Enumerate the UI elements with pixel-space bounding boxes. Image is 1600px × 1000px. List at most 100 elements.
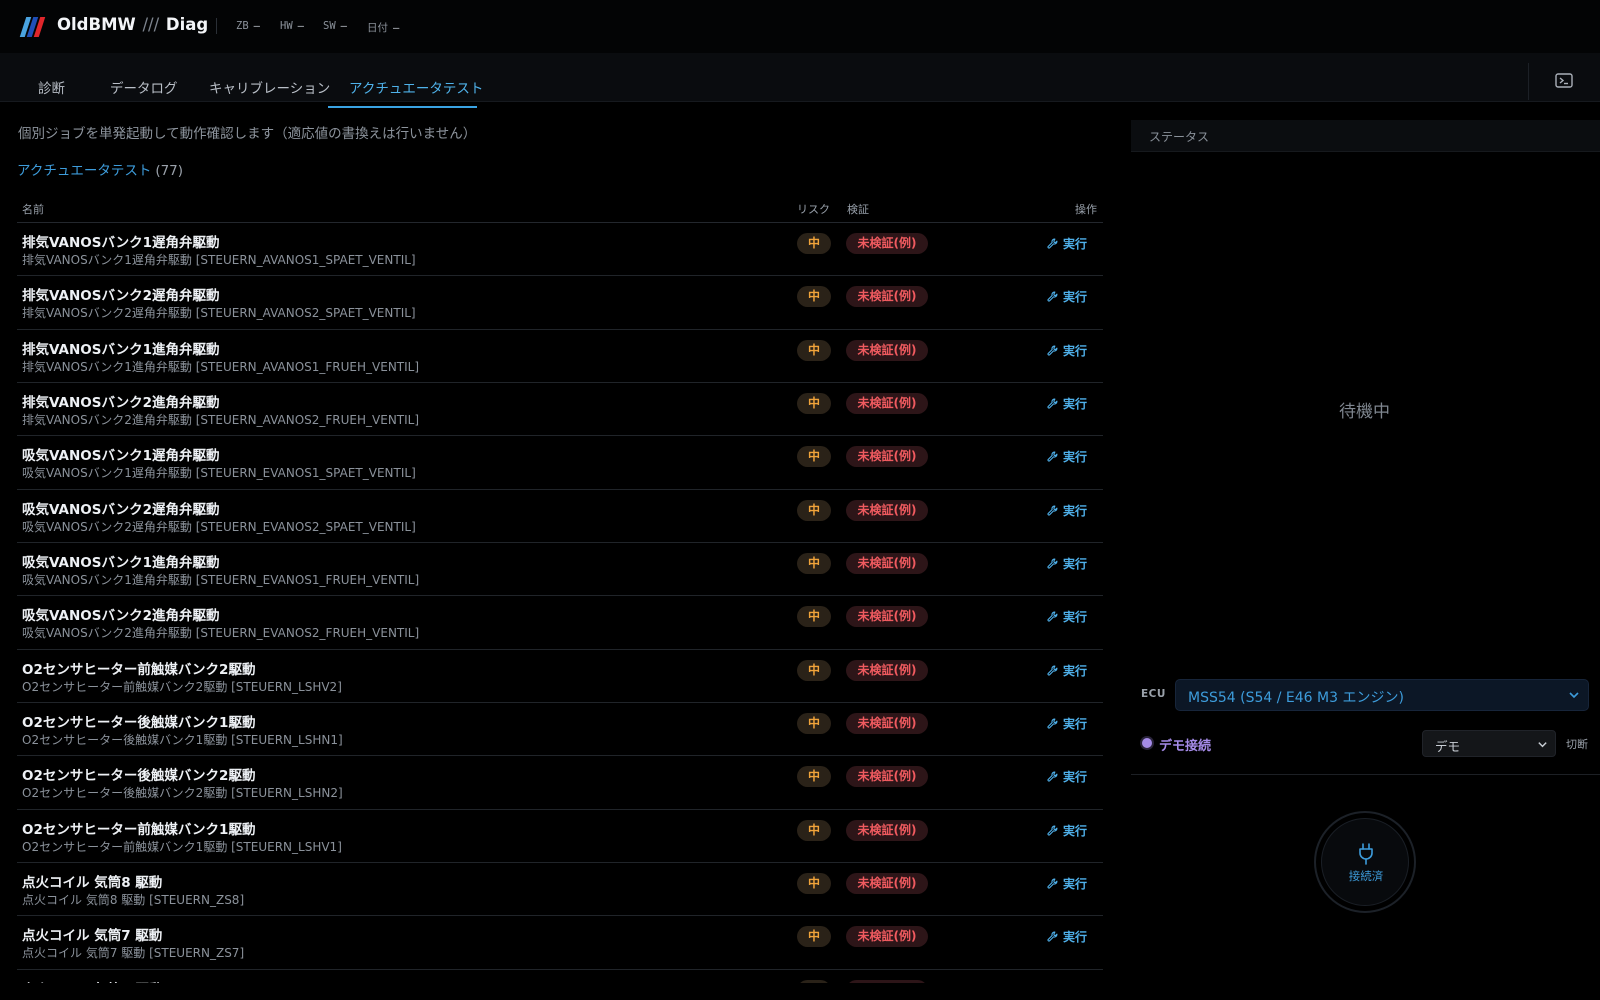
run-button[interactable]: 実行 — [1047, 982, 1087, 983]
section-label: アクチュエータテスト — [17, 163, 152, 179]
panel-divider — [1131, 774, 1600, 775]
page-description: 個別ジョブを単発起動して動作確認します（適応値の書換えは行いません） — [18, 126, 477, 142]
run-button-label: 実行 — [1063, 503, 1088, 518]
wrench-icon — [1047, 558, 1058, 569]
verification-badge: 未検証(例) — [846, 606, 928, 628]
actuator-job-id: O2センサヒーター前触媒バンク2駆動 [STEUERN_LSHV2] — [22, 679, 342, 694]
status-panel-header: ステータス — [1131, 120, 1600, 152]
wrench-icon — [1047, 398, 1058, 409]
wrench-icon — [1047, 771, 1058, 782]
run-button[interactable]: 実行 — [1047, 875, 1087, 892]
connection-mode-value: デモ — [1435, 739, 1461, 754]
table-row: 吸気VANOSバンク1進角弁駆動 吸気VANOSバンク1進角弁駆動 [STEUER… — [17, 543, 1103, 597]
tab-calibration[interactable]: キャリブレーション — [209, 77, 330, 97]
brand-right: Diag — [165, 15, 209, 34]
run-button-label: 実行 — [1063, 663, 1088, 678]
actuator-job-id: 点火コイル 気筒7 駆動 [STEUERN_ZS7] — [22, 946, 245, 961]
actuator-name: 排気VANOSバンク1進角弁駆動 — [22, 341, 220, 358]
verification-badge: 未検証(例) — [846, 766, 928, 788]
table-row: 排気VANOSバンク1遅角弁駆動 排気VANOSバンク1遅角弁駆動 [STEUER… — [17, 223, 1103, 277]
actuator-job-id: 排気VANOSバンク2遅角弁駆動 [STEUERN_AVANOS2_SPAET_… — [22, 306, 416, 321]
brand-separator: /// — [142, 15, 160, 34]
terminal-icon — [1555, 73, 1573, 88]
brand-divider — [216, 18, 217, 34]
wrench-icon — [1047, 878, 1058, 889]
run-button[interactable]: 実行 — [1047, 555, 1087, 572]
actuator-table-body: 排気VANOSバンク1遅角弁駆動 排気VANOSバンク1遅角弁駆動 [STEUER… — [17, 223, 1103, 983]
verification-badge: 未検証(例) — [846, 872, 928, 894]
verification-badge: 未検証(例) — [846, 819, 928, 841]
table-row: 排気VANOSバンク2進角弁駆動 排気VANOSバンク2進角弁駆動 [STEUER… — [17, 383, 1103, 437]
ecu-label: ECU — [1141, 688, 1166, 700]
tab-actuator-test[interactable]: アクチュエータテスト — [349, 77, 483, 97]
meta-sw: SW – — [323, 20, 347, 32]
risk-badge: 中 — [797, 392, 831, 414]
table-row: O2センサヒーター後触媒バンク2駆動 O2センサヒーター後触媒バンク2駆動 [ST… — [17, 756, 1103, 810]
risk-badge: 中 — [797, 233, 831, 254]
table-header: 名前 リスク 検証 操作 — [17, 198, 1103, 223]
actuator-job-id: 点火コイル 気筒8 駆動 [STEUERN_ZS8] — [22, 892, 245, 907]
wrench-icon — [1047, 345, 1058, 356]
meta-zb: ZB – — [236, 20, 260, 32]
run-button[interactable]: 実行 — [1047, 448, 1087, 465]
actuator-job-id: O2センサヒーター前触媒バンク1駆動 [STEUERN_LSHV1] — [22, 839, 342, 854]
tabs-divider — [1528, 63, 1529, 100]
actuator-name: 排気VANOSバンク2遅角弁駆動 — [22, 288, 220, 305]
risk-badge: 中 — [797, 339, 831, 361]
column-name: 名前 — [22, 203, 44, 216]
actuator-job-id: O2センサヒーター後触媒バンク1駆動 [STEUERN_LSHN1] — [22, 732, 343, 747]
verification-badge: 未検証(例) — [846, 552, 928, 574]
table-row: 排気VANOSバンク1進角弁駆動 排気VANOSバンク1進角弁駆動 [STEUER… — [17, 330, 1103, 383]
verification-badge: 未検証(例) — [846, 659, 928, 681]
risk-badge: 中 — [797, 819, 831, 841]
run-button[interactable]: 実行 — [1047, 288, 1087, 305]
run-button[interactable]: 実行 — [1047, 822, 1087, 839]
run-button[interactable]: 実行 — [1047, 715, 1087, 732]
run-button-label: 実行 — [1063, 716, 1088, 731]
run-button[interactable]: 実行 — [1047, 342, 1087, 359]
ecu-select-value: MSS54 (S54 / E46 M3 エンジン) — [1188, 690, 1404, 706]
actuator-job-id: 排気VANOSバンク2進角弁駆動 [STEUERN_AVANOS2_FRUEH_… — [22, 412, 420, 427]
tab-diagnosis[interactable]: 診断 — [38, 77, 65, 97]
wrench-icon — [1047, 291, 1058, 302]
run-button-label: 実行 — [1063, 930, 1088, 945]
connection-mode-select[interactable]: デモ — [1422, 730, 1556, 757]
run-button-label: 実行 — [1063, 876, 1088, 891]
verification-badge: 未検証(例) — [846, 979, 928, 983]
actuator-name: 排気VANOSバンク1遅角弁駆動 — [22, 235, 220, 251]
run-button[interactable]: 実行 — [1047, 768, 1087, 785]
table-row: 点火コイル 気筒6 駆動 中 未検証(例) 実行 — [17, 970, 1103, 983]
run-button[interactable]: 実行 — [1047, 395, 1087, 412]
ecu-select[interactable]: MSS54 (S54 / E46 M3 エンジン) — [1175, 679, 1589, 711]
app-title: OldBMW /// Diag — [57, 15, 208, 34]
run-button[interactable]: 実行 — [1047, 928, 1087, 945]
run-button-label: 実行 — [1063, 237, 1088, 251]
wrench-icon — [1047, 825, 1058, 836]
run-button[interactable]: 実行 — [1047, 608, 1087, 625]
table-row: 吸気VANOSバンク2遅角弁駆動 吸気VANOSバンク2遅角弁駆動 [STEUER… — [17, 490, 1103, 543]
connect-button[interactable]: 接続済 — [1321, 818, 1409, 906]
wrench-icon — [1047, 611, 1058, 622]
verification-badge: 未検証(例) — [846, 286, 928, 308]
actuator-name: O2センサヒーター後触媒バンク1駆動 — [22, 714, 256, 731]
tab-datalog[interactable]: データログ — [110, 77, 178, 97]
connect-status-label: 接続済 — [1348, 869, 1384, 883]
actuator-job-id: 吸気VANOSバンク1遅角弁駆動 [STEUERN_EVANOS1_SPAET_… — [22, 466, 416, 481]
wrench-icon — [1047, 451, 1058, 462]
terminal-button[interactable] — [1553, 72, 1575, 90]
actuator-job-id: O2センサヒーター後触媒バンク2駆動 [STEUERN_LSHN2] — [22, 786, 343, 801]
tab-bar: 診断 データログ キャリブレーション アクチュエータテスト — [0, 53, 1600, 102]
table-row: 点火コイル 気筒7 駆動 点火コイル 気筒7 駆動 [STEUERN_ZS7] 中未… — [17, 916, 1103, 970]
run-button[interactable]: 実行 — [1047, 235, 1087, 252]
disconnect-button[interactable]: 切断 — [1566, 736, 1588, 752]
run-button-label: 実行 — [1063, 770, 1088, 785]
actuator-name: 吸気VANOSバンク1遅角弁駆動 — [22, 448, 220, 465]
actuator-name: O2センサヒーター後触媒バンク2駆動 — [22, 768, 256, 785]
run-button-label: 実行 — [1063, 343, 1088, 358]
column-verify: 検証 — [847, 203, 869, 216]
wrench-icon — [1047, 931, 1058, 942]
run-button[interactable]: 実行 — [1047, 502, 1087, 519]
wrench-icon — [1047, 665, 1058, 676]
risk-badge: 中 — [797, 659, 831, 681]
run-button[interactable]: 実行 — [1047, 662, 1087, 679]
